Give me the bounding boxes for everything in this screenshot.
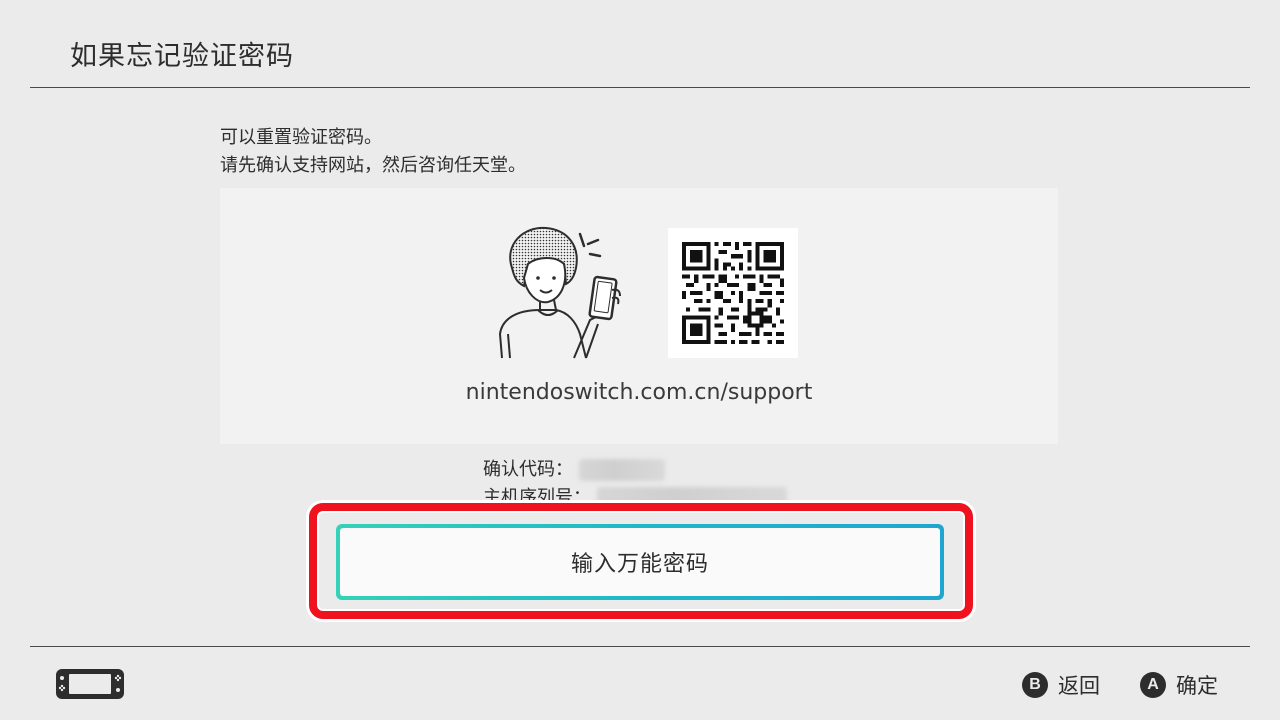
back-label: 返回 — [1058, 674, 1100, 698]
page-title: 如果忘记验证密码 — [70, 41, 294, 72]
codes-list: 确认代码： 主机序列号： — [483, 456, 787, 500]
qr-code-container — [668, 228, 798, 358]
confirmation-code-label: 确认代码： — [483, 459, 573, 480]
switch-console-icon — [56, 669, 124, 699]
support-panel: nintendoswitch.com.cn/support — [220, 188, 1058, 444]
qr-code-icon — [682, 242, 784, 344]
person-with-phone-illustration — [498, 226, 621, 359]
serial-number-label: 主机序列号： — [483, 487, 591, 500]
confirmation-code-value-redacted — [579, 459, 665, 481]
back-action[interactable]: B 返回 — [1022, 670, 1100, 700]
footer-actions: B 返回 A 确定 — [1022, 670, 1218, 700]
enter-master-key-button[interactable]: 输入万能密码 — [336, 524, 944, 600]
serial-number-value-redacted — [597, 487, 787, 500]
a-button-icon: A — [1140, 672, 1166, 698]
header-divider — [30, 87, 1250, 88]
enter-master-key-label: 输入万能密码 — [340, 528, 940, 596]
footer-divider — [30, 646, 1250, 647]
serial-number-row: 主机序列号： — [483, 484, 787, 500]
support-url: nintendoswitch.com.cn/support — [465, 380, 813, 405]
description-line-2: 请先确认支持网站，然后咨询任天堂。 — [220, 155, 526, 176]
b-button-icon: B — [1022, 672, 1048, 698]
ok-action[interactable]: A 确定 — [1140, 670, 1218, 700]
ok-label: 确定 — [1176, 674, 1218, 698]
description-line-1: 可以重置验证密码。 — [220, 127, 382, 148]
codes-area: 确认代码： 主机序列号： — [0, 448, 1280, 500]
description: 可以重置验证密码。 请先确认支持网站，然后咨询任天堂。 — [220, 124, 526, 180]
header: 如果忘记验证密码 — [0, 0, 1280, 88]
confirmation-code-row: 确认代码： — [483, 456, 787, 484]
